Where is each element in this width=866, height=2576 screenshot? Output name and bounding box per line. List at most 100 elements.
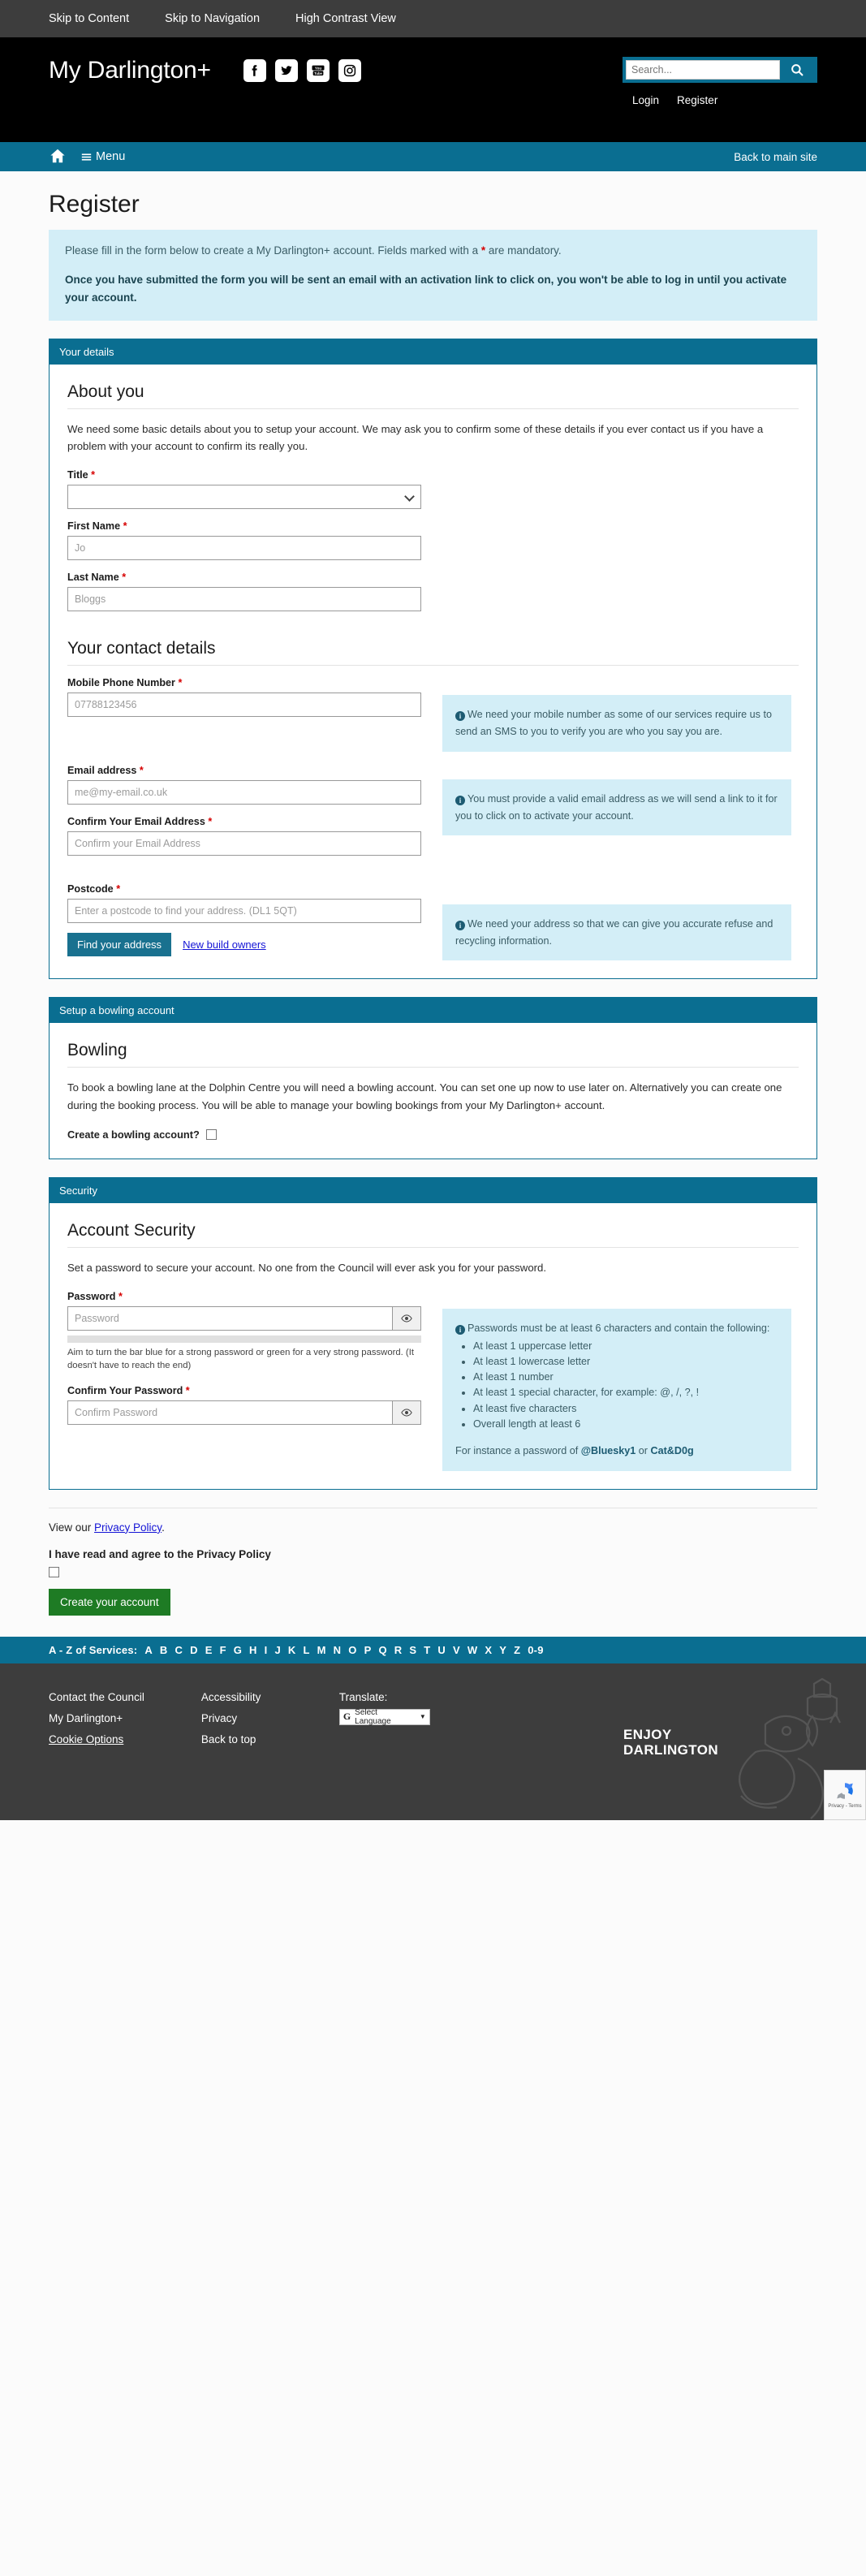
az-letter[interactable]: Y <box>499 1644 506 1656</box>
mobile-phone-input[interactable] <box>67 693 421 718</box>
svg-text:You: You <box>315 67 321 71</box>
auth-links: Login Register <box>623 94 817 106</box>
bowling-text: To book a bowling lane at the Dolphin Ce… <box>67 1081 782 1111</box>
facebook-icon[interactable] <box>243 59 266 82</box>
email-info-text: You must provide a valid email address a… <box>455 792 778 822</box>
postcode-required-asterisk: * <box>116 882 121 895</box>
twitter-icon[interactable] <box>274 59 298 82</box>
az-letter[interactable]: L <box>303 1644 309 1656</box>
google-translate-select[interactable]: G Select Language ▼ <box>338 1708 430 1726</box>
postcode-input[interactable] <box>67 898 421 923</box>
list-item: At least five characters <box>473 1401 778 1416</box>
az-letter[interactable]: Q <box>378 1644 386 1656</box>
az-letter[interactable]: E <box>205 1644 213 1656</box>
new-build-owners-link[interactable]: New build owners <box>183 938 266 951</box>
last-name-input[interactable] <box>67 587 421 612</box>
mobile-info-text: We need your mobile number as some of ou… <box>455 709 772 738</box>
password-row: Password * Password Aim to turn the bar … <box>67 1291 799 1471</box>
title-select[interactable] <box>67 485 421 510</box>
az-letter[interactable]: T <box>424 1644 430 1656</box>
agree-privacy-checkbox[interactable] <box>49 1566 59 1577</box>
home-icon[interactable] <box>49 147 67 167</box>
toggle-password-visibility-button[interactable] <box>392 1305 421 1331</box>
register-link[interactable]: Register <box>677 94 717 106</box>
recaptcha-text: Privacy - Terms <box>828 1804 862 1810</box>
cookie-options-link[interactable]: Cookie Options <box>49 1733 144 1745</box>
footer-translate-column: Translate: G Select Language ▼ <box>338 1691 430 1820</box>
confirm-email-required-asterisk: * <box>208 815 213 827</box>
confirm-email-label-text: Confirm Your Email Address <box>67 815 205 827</box>
first-name-required-asterisk: * <box>123 520 127 533</box>
menu-button[interactable]: Menu <box>81 150 125 163</box>
password-example-one: @Bluesky1 <box>580 1445 636 1457</box>
password-input[interactable] <box>67 1305 392 1331</box>
az-letter[interactable]: D <box>190 1644 198 1656</box>
az-letter[interactable]: A <box>144 1644 153 1656</box>
search-input[interactable] <box>626 60 780 80</box>
bowling-panel: Setup a bowling account Bowling To book … <box>49 997 817 1159</box>
privacy-policy-link[interactable]: Privacy Policy <box>94 1521 162 1534</box>
az-letter[interactable]: J <box>274 1644 280 1656</box>
high-contrast-view-link[interactable]: High Contrast View <box>295 12 396 25</box>
google-icon: G <box>343 1711 351 1723</box>
my-darlington-plus-link[interactable]: My Darlington+ <box>49 1712 144 1724</box>
account-security-text: Set a password to secure your account. N… <box>67 1261 547 1274</box>
az-letter[interactable]: I <box>265 1644 268 1656</box>
az-letter[interactable]: G <box>234 1644 242 1656</box>
az-letter[interactable]: 0-9 <box>528 1644 543 1656</box>
create-bowling-account-checkbox[interactable] <box>205 1128 217 1140</box>
skip-to-content-link[interactable]: Skip to Content <box>49 12 129 25</box>
hamburger-icon <box>81 153 92 161</box>
az-letter[interactable]: Z <box>514 1644 520 1656</box>
instagram-icon[interactable] <box>338 59 361 82</box>
youtube-icon[interactable]: You Tube <box>306 59 330 82</box>
az-letter[interactable]: V <box>453 1644 460 1656</box>
email-input[interactable] <box>67 779 421 805</box>
privacy-link[interactable]: Privacy <box>201 1712 282 1724</box>
contact-details-divider <box>67 665 799 667</box>
alert-text-before-star: Please fill in the form below to create … <box>65 244 481 257</box>
recaptcha-badge[interactable]: Privacy - Terms <box>824 1769 866 1820</box>
info-icon: i <box>455 1324 465 1335</box>
az-letter[interactable]: F <box>220 1644 226 1656</box>
accessibility-link[interactable]: Accessibility <box>201 1691 282 1703</box>
az-letter[interactable]: W <box>467 1644 477 1656</box>
az-letter[interactable]: S <box>409 1644 416 1656</box>
mobile-field-label: Mobile Phone Number * <box>67 677 421 688</box>
az-services-label: A - Z of Services: <box>49 1643 138 1656</box>
privacy-policy-line: View our Privacy Policy. <box>49 1521 817 1534</box>
back-to-top-link[interactable]: Back to top <box>201 1733 282 1745</box>
az-letter[interactable]: X <box>485 1644 492 1656</box>
az-letter[interactable]: O <box>348 1644 356 1656</box>
search-submit-button[interactable] <box>780 60 814 80</box>
alert-line-activation: Once you have submitted the form you wil… <box>65 273 787 304</box>
password-requirements-list: At least 1 uppercase letter At least 1 l… <box>455 1339 778 1432</box>
az-letter[interactable]: M <box>317 1644 326 1656</box>
az-letter[interactable]: R <box>394 1644 403 1656</box>
info-icon: i <box>455 711 465 722</box>
find-your-address-button[interactable]: Find your address <box>67 932 172 956</box>
create-your-account-button[interactable]: Create your account <box>49 1588 170 1616</box>
password-label-text: Password <box>67 1290 116 1302</box>
az-letter[interactable]: B <box>160 1644 168 1656</box>
az-letter[interactable]: P <box>364 1644 372 1656</box>
az-letter[interactable]: N <box>334 1644 342 1656</box>
security-panel-title: Security <box>50 1177 816 1203</box>
back-to-main-site-link[interactable]: Back to main site <box>734 151 817 163</box>
contact-the-council-link[interactable]: Contact the Council <box>49 1691 144 1703</box>
confirm-email-input[interactable] <box>67 831 421 856</box>
az-letter[interactable]: K <box>288 1644 296 1656</box>
skip-to-navigation-link[interactable]: Skip to Navigation <box>165 12 260 25</box>
az-letter[interactable]: C <box>175 1644 183 1656</box>
login-link[interactable]: Login <box>632 94 659 106</box>
confirm-password-field-label: Confirm Your Password * <box>67 1385 421 1396</box>
az-letter[interactable]: U <box>437 1644 446 1656</box>
confirm-password-input[interactable] <box>67 1400 392 1426</box>
toggle-confirm-password-visibility-button[interactable] <box>392 1400 421 1426</box>
az-letter[interactable]: H <box>249 1644 257 1656</box>
bowling-divider <box>67 1067 799 1068</box>
first-name-input[interactable] <box>67 536 421 561</box>
list-item: Overall length at least 6 <box>473 1417 778 1431</box>
page-title: Register <box>49 191 140 218</box>
svg-text:Tube: Tube <box>314 71 322 76</box>
